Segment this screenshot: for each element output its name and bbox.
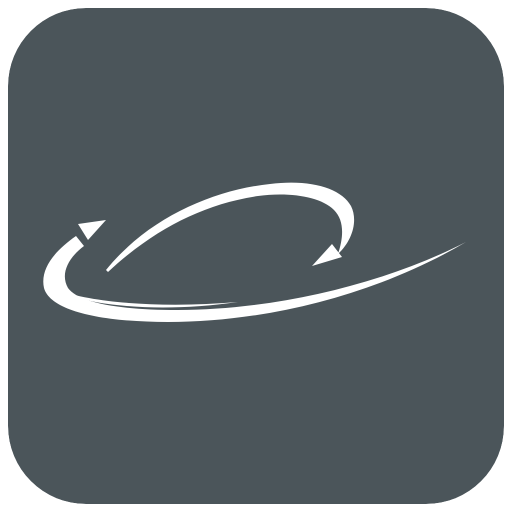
app-icon[interactable] (8, 8, 504, 504)
orbit-arrows-logo-icon (8, 8, 504, 504)
icon-background (8, 8, 504, 504)
